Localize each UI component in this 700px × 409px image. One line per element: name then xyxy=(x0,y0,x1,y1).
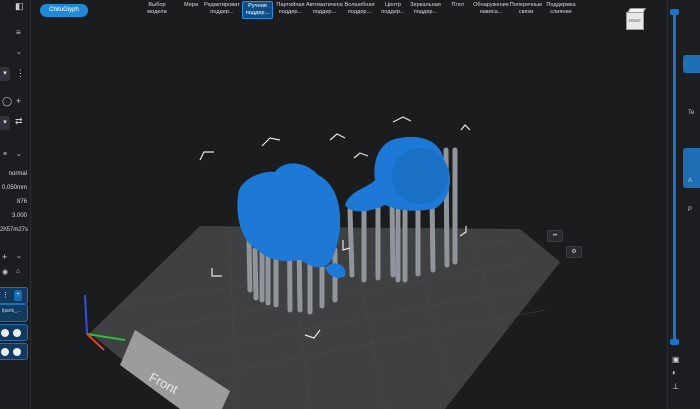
tool-raft[interactable]: Плот xyxy=(446,1,470,19)
more-vertical-icon[interactable]: ⋮ xyxy=(16,68,25,79)
panel-label-t: Te xyxy=(688,110,695,116)
dropdown-toggle[interactable]: ▾ xyxy=(0,67,10,81)
add-icon[interactable]: + xyxy=(16,96,21,106)
add-object-icon[interactable]: + xyxy=(2,252,7,262)
layer-slider-top-handle[interactable] xyxy=(670,9,679,15)
rotate-icon[interactable]: ◐ xyxy=(672,368,677,377)
layers-icon[interactable]: ≡ xyxy=(16,28,21,37)
exposure-value: 3.000 xyxy=(11,213,27,219)
tool-manual-support[interactable]: Ручная поддер... xyxy=(242,1,273,19)
resin-drop-icon[interactable]: ◯ xyxy=(2,96,12,107)
visibility-icon-4[interactable] xyxy=(13,348,21,356)
tool-select-model[interactable]: Выбор модели xyxy=(140,1,174,19)
plate-options-button[interactable]: •• xyxy=(547,230,563,242)
layer-slider-bottom-handle[interactable] xyxy=(670,339,679,345)
right-panel: Te A P ▣ ◐ ⊥ xyxy=(667,0,700,409)
app-logo-button[interactable]: ChituGlyph xyxy=(40,4,88,17)
object-name: lparts_... xyxy=(2,308,22,314)
left-panel: ◧ ≡ ⌄ ▾ ⋮ ◯ + ▾ ⇄ ≡ ⌄ normal 0.050mm 876… xyxy=(0,0,31,409)
tool-measure[interactable]: Мера xyxy=(178,1,204,19)
panel-label-p: P xyxy=(688,207,693,213)
layer-slider-track[interactable] xyxy=(673,12,676,342)
layer-count-value: 876 xyxy=(16,199,27,205)
add-part-icon[interactable]: + xyxy=(14,290,22,301)
visibility-icon[interactable] xyxy=(1,329,9,337)
eye-icon[interactable]: ◉ xyxy=(2,268,8,276)
mode-value: normal xyxy=(8,171,27,177)
filter-icon[interactable]: ⌂ xyxy=(16,268,20,275)
chevron-down-icon-2[interactable]: ⌄ xyxy=(16,150,22,158)
object-row-3[interactable] xyxy=(0,343,28,360)
settings-list-icon[interactable]: ≡ xyxy=(3,151,7,158)
tool-auto-support[interactable]: Автоматическа поддер... xyxy=(306,1,343,19)
more-icon[interactable]: ⋮ xyxy=(2,291,9,299)
object-row-header[interactable]: ⋮ + xyxy=(0,287,28,304)
print-time-value: 2h57m27s xyxy=(0,227,29,233)
sidebar-toggle-icon[interactable]: ◧ xyxy=(15,1,24,12)
tool-mirror-support[interactable]: Зеркальная поддер... xyxy=(409,1,442,19)
visibility-icon-2[interactable] xyxy=(13,329,21,337)
chevron-down-icon-3[interactable]: ⌄ xyxy=(16,252,22,260)
layer-height-value: 0.050mm xyxy=(1,185,27,191)
tool-edit-support[interactable]: Редактировать поддер... xyxy=(204,1,240,19)
tool-cross-links[interactable]: Поперечные связи xyxy=(509,1,543,19)
copy-icon[interactable]: ▣ xyxy=(672,355,680,364)
tool-support-merge[interactable]: Поддержка слияние xyxy=(544,1,578,19)
panel-label-a: A xyxy=(688,178,693,184)
side-tab-1[interactable] xyxy=(683,55,700,73)
tool-magic-support[interactable]: Волшебная поддер... xyxy=(343,1,376,19)
viewport-3d[interactable]: Front xyxy=(31,24,668,409)
swap-icon[interactable]: ⇄ xyxy=(15,116,23,127)
plate-settings-button[interactable]: ⚙ xyxy=(566,246,582,258)
dropdown-toggle-2[interactable]: ▾ xyxy=(0,116,10,130)
ground-icon[interactable]: ⊥ xyxy=(672,382,679,391)
tool-batch-support[interactable]: Партийная поддер... xyxy=(275,1,306,19)
object-row-2[interactable] xyxy=(0,324,28,341)
chevron-down-icon[interactable]: ⌄ xyxy=(16,48,22,56)
tool-center-support[interactable]: Центр поддер... xyxy=(377,1,409,19)
model-right-head xyxy=(392,148,448,204)
z-axis xyxy=(84,294,88,335)
tool-overhang-detect[interactable]: Обнаружение нависа... xyxy=(473,1,509,19)
visibility-icon-3[interactable] xyxy=(1,348,9,356)
